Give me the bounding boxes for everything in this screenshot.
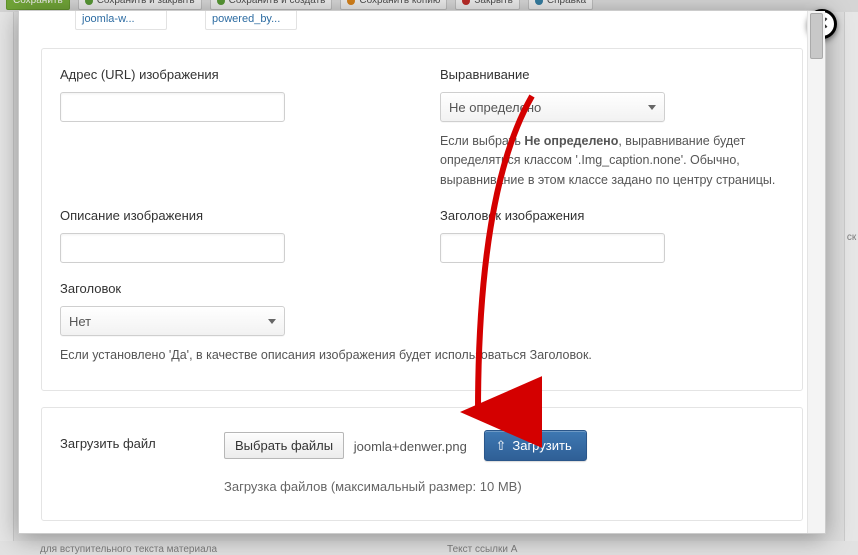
modal-scrollbar-thumb[interactable]	[810, 13, 823, 59]
url-label: Адрес (URL) изображения	[60, 67, 404, 82]
align-select[interactable]: Не определено	[440, 92, 665, 122]
modal-scrollbar-track[interactable]	[807, 11, 825, 533]
align-label: Выравнивание	[440, 67, 784, 82]
align-select-value: Не определено	[449, 100, 541, 115]
upload-panel: Загрузить файл Выбрать файлы joomla+denw…	[41, 407, 803, 521]
upload-button-label: Загрузить	[512, 438, 571, 453]
image-insert-modal: ✕ joomla-w... powered_by... Адрес (URL) …	[18, 10, 826, 534]
thumbnail-item[interactable]: powered_by...	[205, 11, 297, 30]
caption-select[interactable]: Нет	[60, 306, 285, 336]
chevron-down-icon	[648, 105, 656, 110]
image-title-input[interactable]	[440, 233, 665, 263]
upload-panel-label: Загрузить файл	[60, 430, 202, 451]
thumbnail-item[interactable]: joomla-w...	[75, 11, 167, 30]
caption-select-value: Нет	[69, 314, 91, 329]
align-help-text: Если выбрать Не определено, выравнивание…	[440, 132, 784, 190]
chevron-down-icon	[268, 319, 276, 324]
choose-files-button[interactable]: Выбрать файлы	[224, 432, 344, 459]
image-properties-panel: Адрес (URL) изображения Выравнивание Не …	[41, 48, 803, 391]
thumbnail-label: powered_by...	[205, 11, 297, 30]
upload-button[interactable]: Загрузить	[484, 430, 586, 461]
caption-label: Заголовок	[60, 281, 784, 296]
modal-body: joomla-w... powered_by... Адрес (URL) из…	[19, 11, 825, 533]
description-label: Описание изображения	[60, 208, 404, 223]
chosen-file-name: joomla+denwer.png	[354, 439, 467, 454]
upload-icon	[495, 439, 506, 452]
upload-size-note: Загрузка файлов (максимальный размер: 10…	[224, 479, 784, 494]
image-url-input[interactable]	[60, 92, 285, 122]
thumbnail-label: joomla-w...	[75, 11, 167, 30]
thumbnail-row: joomla-w... powered_by...	[41, 11, 803, 38]
caption-help-text: Если установлено 'Да', в качестве описан…	[60, 346, 784, 365]
image-title-label: Заголовок изображения	[440, 208, 784, 223]
image-description-input[interactable]	[60, 233, 285, 263]
